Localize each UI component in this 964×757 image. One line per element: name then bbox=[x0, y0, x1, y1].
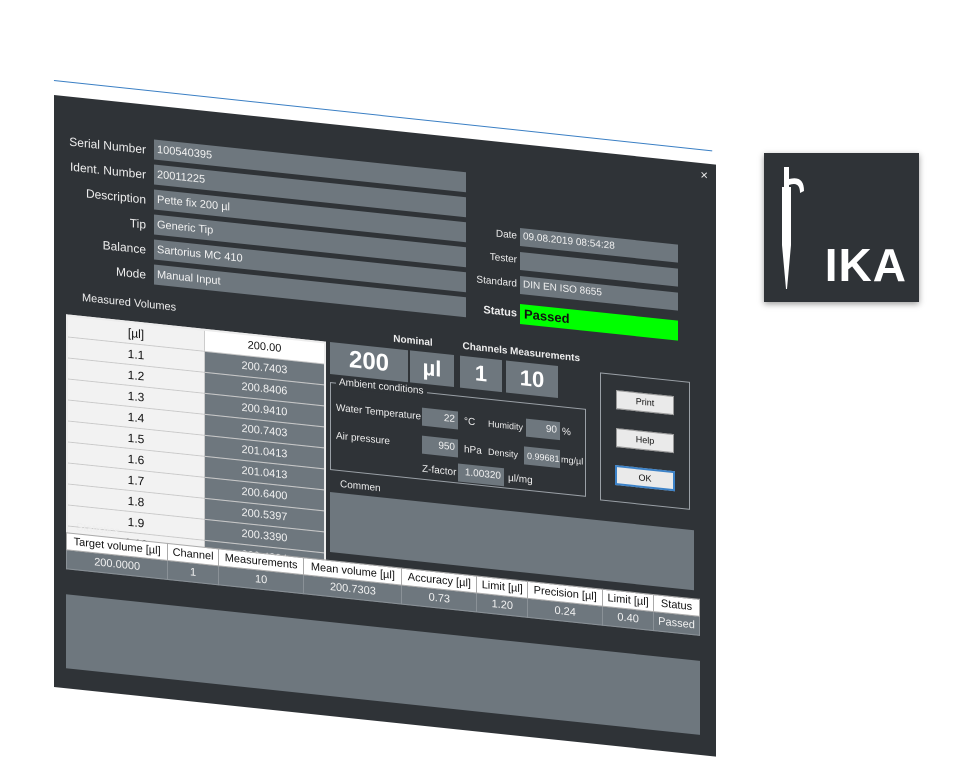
statistics-cell: 1 bbox=[167, 560, 219, 585]
channels-label: Channels bbox=[462, 340, 508, 357]
air-pressure-unit: hPa bbox=[464, 444, 482, 457]
ika-logo-text: IKA bbox=[824, 239, 907, 291]
nominal-value: 200 bbox=[330, 342, 408, 383]
density-field[interactable]: 0.99681 bbox=[524, 446, 560, 469]
measured-volumes-title: Measured Volumes bbox=[82, 291, 177, 314]
balance-label: Balance bbox=[102, 238, 146, 257]
statistics-cell: 0.40 bbox=[602, 606, 654, 631]
comment-label: Commen bbox=[340, 479, 381, 495]
statistics-cell: 1.20 bbox=[476, 592, 528, 618]
channels-value: 1 bbox=[460, 355, 502, 393]
humidity-field[interactable]: 90 bbox=[526, 418, 560, 441]
water-temp-unit: °C bbox=[464, 416, 476, 429]
pipette-icon bbox=[782, 167, 804, 289]
water-temp-field[interactable]: 22 bbox=[422, 407, 458, 430]
air-pressure-field[interactable]: 950 bbox=[422, 435, 458, 458]
tip-label: Tip bbox=[129, 215, 146, 232]
nominal-unit: µl bbox=[410, 350, 454, 388]
description-label: Description bbox=[85, 186, 146, 207]
close-icon[interactable]: × bbox=[700, 167, 708, 183]
status-badge: Passed bbox=[520, 303, 678, 341]
calibration-window: × Serial Number 100540395 Ident. Number … bbox=[54, 95, 716, 757]
nominal-label: Nominal bbox=[393, 333, 433, 349]
serial-label: Serial Number bbox=[69, 134, 146, 157]
ident-label: Ident. Number bbox=[69, 159, 146, 182]
humidity-unit: % bbox=[562, 426, 571, 439]
mode-label: Mode bbox=[115, 264, 146, 282]
measurements-value: 10 bbox=[506, 360, 558, 398]
ika-logo: IKA bbox=[764, 153, 919, 302]
statistics-cell: Passed bbox=[653, 611, 700, 636]
